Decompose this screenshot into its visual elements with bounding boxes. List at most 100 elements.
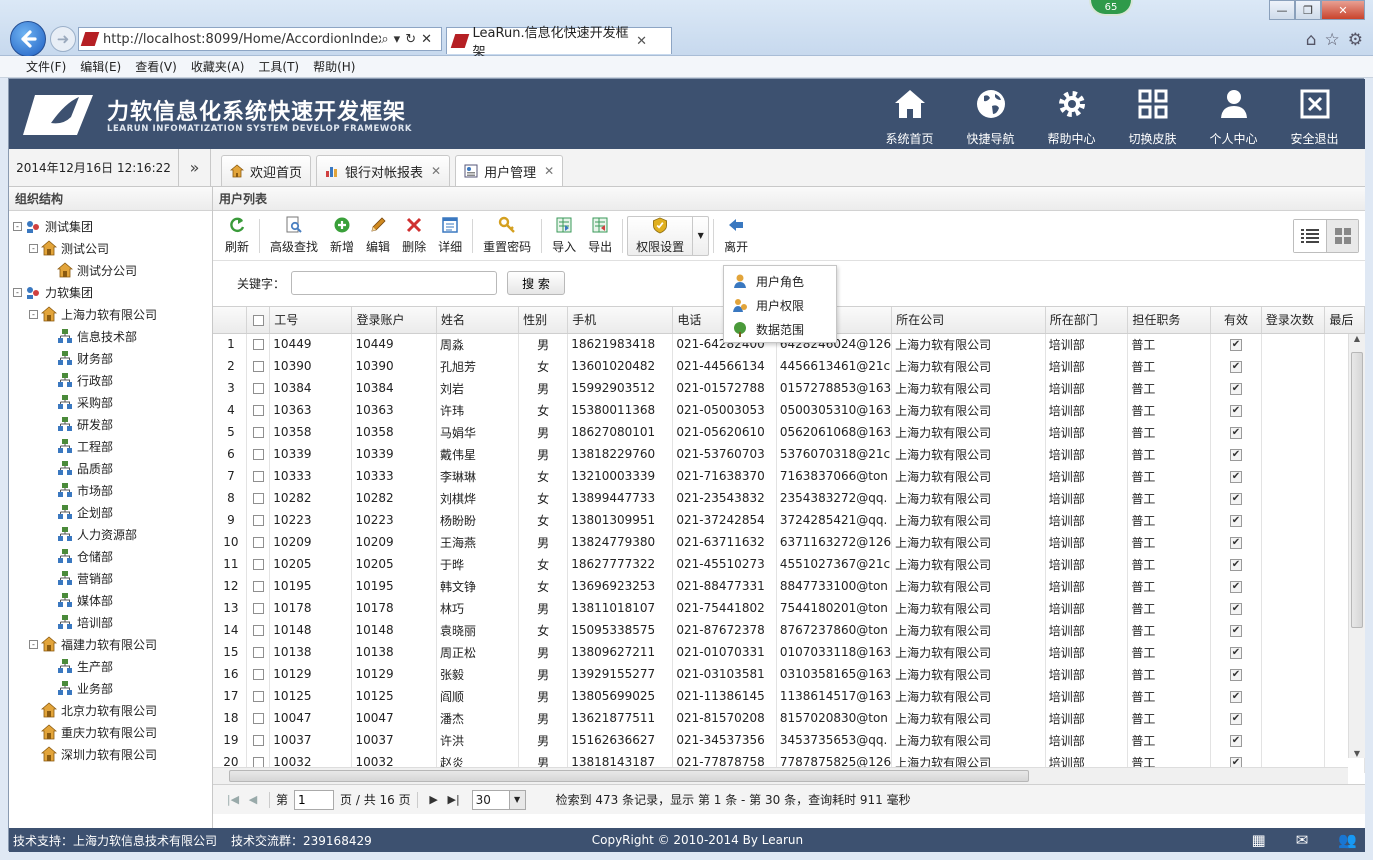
menu-tools[interactable]: 工具(T) — [258, 58, 299, 75]
table-row[interactable]: 14 10148 10148 袁晓丽女 15095338575 021-87672378 8… — [213, 619, 1365, 641]
tree-node[interactable]: 测试分公司 — [9, 259, 212, 281]
address-bar[interactable]: http://localhost:8099/Home/AccordionInde… — [78, 27, 442, 51]
tree-node[interactable]: 深圳力软有限公司 — [9, 743, 212, 765]
tab-close-icon[interactable]: ✕ — [544, 164, 554, 178]
back-button[interactable] — [10, 21, 46, 57]
tab-close-icon[interactable]: ✕ — [431, 164, 441, 178]
page-input[interactable] — [294, 789, 335, 810]
tree-node[interactable]: - 福建力软有限公司 — [9, 633, 212, 655]
row-checkbox[interactable] — [252, 383, 264, 394]
tree-node[interactable]: 研发部 — [9, 413, 212, 435]
table-row[interactable]: 15 10138 10138 周正松男 13809627211 021-01070331 0… — [213, 641, 1365, 663]
chevron-down-icon[interactable]: ▼ — [692, 216, 708, 255]
keyword-input[interactable] — [291, 271, 498, 295]
row-checkbox[interactable] — [252, 515, 264, 526]
menu-file[interactable]: 文件(F) — [26, 58, 66, 75]
menu-edit[interactable]: 编辑(E) — [80, 58, 121, 75]
row-checkbox[interactable] — [252, 713, 264, 724]
column-header[interactable]: 登录次数 — [1261, 307, 1326, 334]
tree-node[interactable]: 工程部 — [9, 435, 212, 457]
nav-quick[interactable]: 快捷导航 — [950, 85, 1031, 147]
column-header[interactable]: 所在部门 — [1045, 307, 1129, 334]
scroll-up-icon[interactable]: ▲ — [1349, 334, 1365, 343]
toolbar-button[interactable]: 新增 — [324, 214, 360, 258]
mail-icon[interactable]: ✉ — [1296, 831, 1309, 849]
tree-node[interactable]: 培训部 — [9, 611, 212, 633]
permission-menu-item[interactable]: 用户权限 — [724, 293, 836, 317]
tree-node[interactable]: - 力软集团 — [9, 281, 212, 303]
toolbar-button[interactable]: 导入 — [546, 214, 582, 258]
row-checkbox[interactable] — [252, 471, 264, 482]
table-row[interactable]: 5 10358 10358 马娟华男 18627080101 021-05620610 05… — [213, 421, 1365, 443]
row-checkbox[interactable] — [252, 339, 264, 351]
grid-vscroll-thumb[interactable] — [1351, 352, 1363, 628]
row-checkbox[interactable] — [252, 427, 264, 438]
settings-gear-icon[interactable]: ⚙ — [1348, 30, 1363, 50]
favorites-star-icon[interactable]: ☆ — [1325, 30, 1340, 50]
permission-settings-button[interactable]: 权限设置 ▼ — [627, 215, 710, 256]
tree-toggle-icon[interactable]: - — [13, 287, 22, 297]
home-icon[interactable]: ⌂ — [1306, 30, 1317, 50]
tree-node[interactable]: 品质部 — [9, 457, 212, 479]
nav-logout[interactable]: 安全退出 — [1274, 85, 1355, 147]
toolbar-button[interactable]: 编辑 — [360, 214, 396, 258]
table-row[interactable]: 9 10223 10223 杨盼盼女 13801309951 021-37242854 37… — [213, 509, 1365, 531]
tab-welcome[interactable]: 欢迎首页 — [221, 155, 312, 186]
users-icon[interactable]: 👥 — [1338, 831, 1357, 849]
grid-view-icon[interactable] — [1326, 220, 1358, 252]
page-size-select[interactable]: 30 ▼ — [471, 789, 526, 810]
nav-skin[interactable]: 切换皮肤 — [1112, 85, 1193, 147]
tree-node[interactable]: 市场部 — [9, 479, 212, 501]
menu-favorites[interactable]: 收藏夹(A) — [191, 58, 245, 75]
nav-help[interactable]: 帮助中心 — [1031, 85, 1112, 147]
tree-node[interactable]: - 测试集团 — [9, 215, 212, 237]
table-row[interactable]: 18 10047 10047 潘杰男 13621877511 021-81570208 81… — [213, 707, 1365, 729]
search-button[interactable]: 搜 索 — [507, 271, 566, 295]
toolbar-button[interactable]: 重置密码 — [477, 214, 537, 258]
row-checkbox[interactable] — [252, 559, 264, 570]
select-all-checkbox[interactable] — [252, 314, 264, 326]
menu-view[interactable]: 查看(V) — [135, 58, 177, 75]
column-header[interactable]: 性别 — [518, 307, 569, 334]
table-row[interactable]: 11 10205 10205 于晔女 18627777322 021-45510273 45… — [213, 553, 1365, 575]
table-row[interactable]: 19 10037 10037 许洪男 15162636627 021-34537356 34… — [213, 729, 1365, 751]
column-header[interactable]: 所在公司 — [891, 307, 1046, 334]
table-row[interactable]: 3 10384 10384 刘岩男 15992903512 021-01572788 015… — [213, 377, 1365, 399]
column-header[interactable] — [213, 307, 247, 334]
tree-toggle-icon[interactable]: - — [29, 309, 38, 319]
close-window-button[interactable]: ✕ — [1321, 0, 1365, 20]
tree-node[interactable]: 生产部 — [9, 655, 212, 677]
tree-toggle-icon[interactable]: - — [29, 639, 38, 649]
row-checkbox[interactable] — [252, 449, 264, 460]
minimize-button[interactable]: — — [1269, 0, 1295, 20]
tree-toggle-icon[interactable]: - — [29, 243, 38, 253]
table-row[interactable]: 2 10390 10390 孔旭芳女 13601020482 021-44566134 44… — [213, 355, 1365, 377]
tree-node[interactable]: 财务部 — [9, 347, 212, 369]
calendar-icon[interactable]: ▦ — [1252, 831, 1266, 849]
row-checkbox[interactable] — [252, 735, 264, 746]
tree-node[interactable]: 营销部 — [9, 567, 212, 589]
row-checkbox[interactable] — [252, 625, 264, 636]
nav-profile[interactable]: 个人中心 — [1193, 85, 1274, 147]
tree-node[interactable]: - 测试公司 — [9, 237, 212, 259]
permission-main[interactable]: 权限设置 — [628, 217, 692, 255]
tree-node[interactable]: 北京力软有限公司 — [9, 699, 212, 721]
tree-node[interactable]: 重庆力软有限公司 — [9, 721, 212, 743]
list-view-icon[interactable] — [1294, 220, 1326, 252]
table-row[interactable]: 4 10363 10363 许玮女 15380011368 021-05003053 050… — [213, 399, 1365, 421]
column-header[interactable]: 姓名 — [436, 307, 520, 334]
row-checkbox[interactable] — [252, 603, 264, 614]
column-header[interactable]: 有效 — [1210, 307, 1262, 334]
table-row[interactable]: 12 10195 10195 韩文铮女 13696923253 021-88477331 8… — [213, 575, 1365, 597]
toolbar-button[interactable]: 离开 — [718, 214, 754, 258]
row-checkbox[interactable] — [252, 647, 264, 658]
tree-toggle-icon[interactable]: - — [13, 221, 22, 231]
table-row[interactable]: 7 10333 10333 李琳琳女 13210003339 021-71638370 71… — [213, 465, 1365, 487]
scroll-down-icon[interactable]: ▼ — [1349, 749, 1365, 758]
tree-node[interactable]: 行政部 — [9, 369, 212, 391]
first-page-icon[interactable]: |◀ — [223, 793, 243, 806]
address-url[interactable]: http://localhost:8099/Home/AccordionInde… — [103, 32, 381, 47]
tab-close-icon[interactable]: ✕ — [636, 34, 647, 49]
tree-node[interactable]: 企划部 — [9, 501, 212, 523]
column-header[interactable]: 最后 — [1324, 307, 1365, 334]
